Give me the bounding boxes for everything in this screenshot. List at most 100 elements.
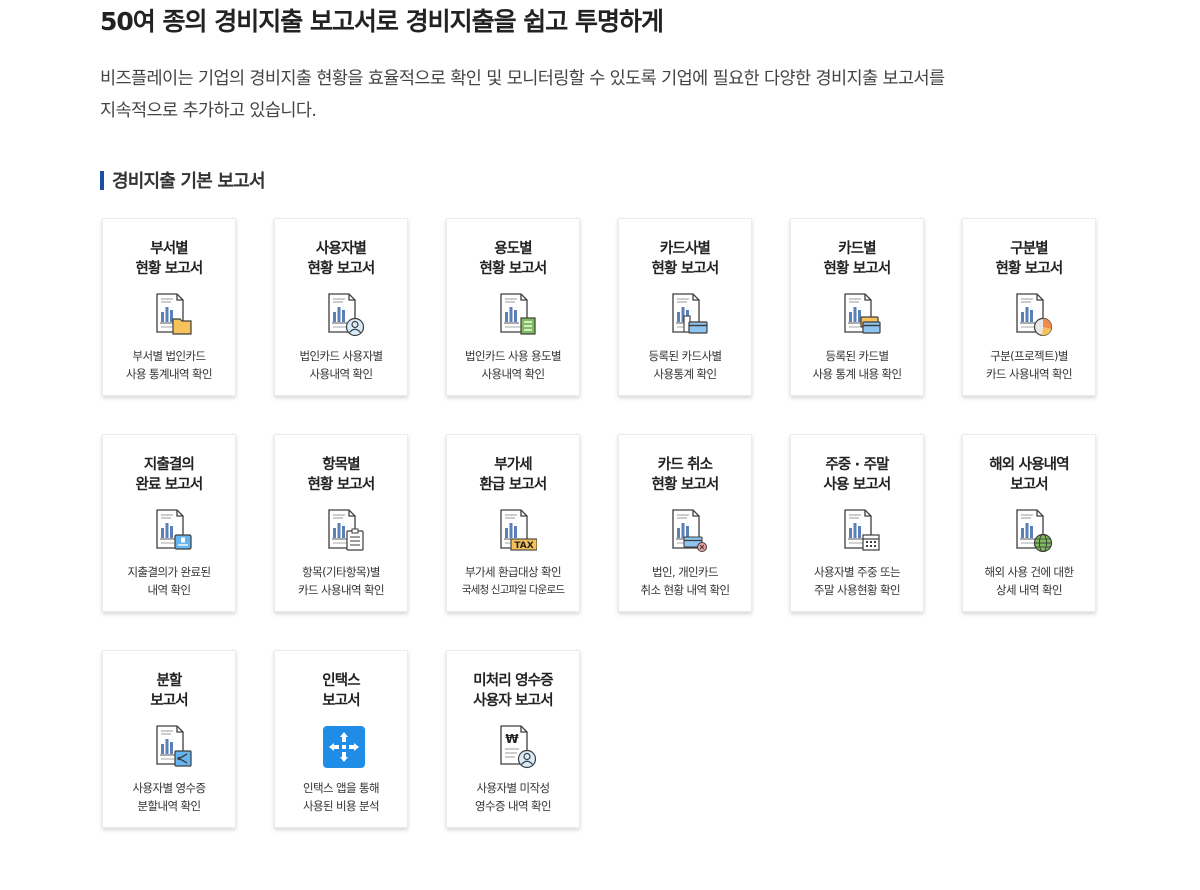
card-icon <box>323 724 365 770</box>
card-desc-line-2: 사용내역 확인 <box>481 367 546 381</box>
page-headline: 50여 종의 경비지출 보고서로 경비지출을 쉽고 투명하게 <box>100 7 664 36</box>
card-title: 카드별 현황 보고서 <box>791 239 923 279</box>
report-card[interactable]: 용도별 현황 보고서법인카드 사용 용도별사용내역 확인 <box>446 218 580 396</box>
card-desc-line-1: 법인, 개인카드 <box>652 565 719 579</box>
report-card[interactable]: 카드사별현황 보고서등록된 카드사별 사용통계 확인 <box>618 218 752 396</box>
list-report-icon <box>500 293 536 335</box>
card-title-line-1: 카드 취소 <box>657 457 713 473</box>
report-card[interactable]: 사용자별 현황 보고서법인카드 사용자별 사용내역 확인 <box>274 218 408 396</box>
card-description: 법인, 개인카드취소 현황 내역 확인 <box>619 563 751 599</box>
pie-report-icon <box>1016 293 1053 337</box>
card-title-line-1: 항목별 <box>322 457 360 473</box>
report-card[interactable]: 분할보고서사용자별 영수증 분할내역 확인 <box>102 650 236 828</box>
card-title: 부가세 환급 보고서 <box>447 455 579 495</box>
report-card[interactable]: 주중 · 주말 사용 보고서사용자별 주중 또는 주말 사용현황 확인 <box>790 434 924 612</box>
card-desc-line-2: 카드 사용내역 확인 <box>298 583 385 597</box>
report-card[interactable]: 해외 사용내역보고서해외 사용 건에 대한 상세 내역 확인 <box>962 434 1096 612</box>
report-card[interactable]: 카드별 현황 보고서등록된 카드별 사용 통계 내용 확인 <box>790 218 924 396</box>
card-icon: ₩ <box>495 724 537 770</box>
card-description: 부서별 법인카드사용 통계내역 확인 <box>103 347 235 383</box>
card-icon <box>839 508 881 554</box>
card-cancel-report-icon <box>672 509 707 552</box>
card-title: 구분별 현황 보고서 <box>963 239 1095 279</box>
card-desc-line-1: 구분(프로젝트)별 <box>990 349 1068 363</box>
card-title-line-1: 카드사별 <box>659 241 711 257</box>
card-desc-line-2: 상세 내역 확인 <box>996 583 1063 597</box>
card-title-line-1: 부서별 <box>150 241 188 257</box>
card-icon <box>323 508 365 554</box>
card-desc-line-1: 사용자별 영수증 <box>132 781 207 795</box>
card-desc-line-2: 주말 사용현황 확인 <box>814 583 901 597</box>
card-desc-line-2: 사용 통계 내용 확인 <box>812 367 902 381</box>
card-description: 구분(프로젝트)별 카드 사용내역 확인 <box>963 347 1095 383</box>
intro-line-1: 비즈플레이는 기업의 경비지출 현황을 효율적으로 확인 및 모니터링할 수 있… <box>100 69 945 89</box>
card-desc-line-1: 지출결의가 완료된 <box>127 565 212 579</box>
card-title-line-1: 지출결의 <box>143 457 195 473</box>
report-card[interactable]: 카드 취소 현황 보고서법인, 개인카드취소 현황 내역 확인 <box>618 434 752 612</box>
card-title-line-2: 보고서 <box>1010 477 1048 493</box>
card-title-line-1: 용도별 <box>494 241 532 257</box>
card-icon <box>151 724 193 770</box>
card-icon <box>667 508 709 554</box>
user-report-icon <box>328 293 365 337</box>
card-title-line-1: 분할 <box>156 673 182 689</box>
card-icon <box>323 292 365 338</box>
card-desc-line-1: 인택스 앱을 통해 <box>303 781 380 795</box>
card-desc-line-1: 사용자별 미작성 <box>476 781 551 795</box>
card-description: 법인카드 사용자별 사용내역 확인 <box>275 347 407 383</box>
report-card[interactable]: 부서별현황 보고서부서별 법인카드사용 통계내역 확인 <box>102 218 236 396</box>
card-title-line-2: 현황 보고서 <box>307 477 376 493</box>
card-desc-line-1: 부가세 환급대상 확인 <box>465 565 562 579</box>
card-desc-line-2: 국세청 신고파일 다운로드 <box>461 584 565 596</box>
card-desc-line-1: 법인카드 사용 용도별 <box>465 349 562 363</box>
card-description: 사용자별 주중 또는 주말 사용현황 확인 <box>791 563 923 599</box>
card-icon <box>1011 292 1053 338</box>
card-title-line-2: 보고서 <box>322 693 360 709</box>
card-description: 등록된 카드사별 사용통계 확인 <box>619 347 751 383</box>
card-title-line-2: 현황 보고서 <box>823 261 892 277</box>
report-card[interactable]: 인택스보고서인택스 앱을 통해사용된 비용 분석 <box>274 650 408 828</box>
card-title: 인택스보고서 <box>275 671 407 711</box>
report-card[interactable]: 항목별현황 보고서항목(기타항목)별카드 사용내역 확인 <box>274 434 408 612</box>
card-title: 해외 사용내역보고서 <box>963 455 1095 495</box>
card-desc-line-1: 항목(기타항목)별 <box>302 565 380 579</box>
report-card[interactable]: 미처리 영수증사용자 보고서 ₩ 사용자별 미작성영수증 내역 확인 <box>446 650 580 828</box>
clipboard-report-icon <box>328 509 364 551</box>
section-heading: 경비지출 기본 보고서 <box>100 168 266 192</box>
card-desc-line-1: 부서별 법인카드 <box>132 349 207 363</box>
card-title: 항목별현황 보고서 <box>275 455 407 495</box>
card-icon <box>667 292 709 338</box>
stamp-report-icon <box>156 509 192 550</box>
card-title: 용도별 현황 보고서 <box>447 239 579 279</box>
card-desc-line-1: 등록된 카드사별 <box>648 349 723 363</box>
card-title: 카드사별현황 보고서 <box>619 239 751 279</box>
card-title-line-2: 현황 보고서 <box>307 261 376 277</box>
card-description: 항목(기타항목)별카드 사용내역 확인 <box>275 563 407 599</box>
intro-line-2: 지속적으로 추가하고 있습니다. <box>100 101 317 121</box>
card-title-line-1: 인택스 <box>322 673 360 689</box>
report-card[interactable]: 부가세 환급 보고서 TAX 부가세 환급대상 확인 국세청 신고파일 다운로드 <box>446 434 580 612</box>
globe-report-icon <box>1016 509 1053 553</box>
card-desc-line-2: 사용 통계내역 확인 <box>126 367 213 381</box>
card-desc-line-2: 영수증 내역 확인 <box>475 799 552 813</box>
won-symbol: ₩ <box>505 732 519 746</box>
card-desc-line-2: 취소 현황 내역 확인 <box>640 583 730 597</box>
report-card[interactable]: 구분별 현황 보고서구분(프로젝트)별 카드 사용내역 확인 <box>962 218 1096 396</box>
card-description: 해외 사용 건에 대한 상세 내역 확인 <box>963 563 1095 599</box>
card-desc-line-2: 사용된 비용 분석 <box>303 799 380 813</box>
card-title-line-2: 현황 보고서 <box>651 261 720 277</box>
card-title-line-2: 사용자 보고서 <box>473 693 553 709</box>
card-description: 등록된 카드별 사용 통계 내용 확인 <box>791 347 923 383</box>
card-title: 사용자별 현황 보고서 <box>275 239 407 279</box>
card-title: 주중 · 주말 사용 보고서 <box>791 455 923 495</box>
card-desc-line-1: 법인카드 사용자별 <box>299 349 384 363</box>
card-title-line-1: 미처리 영수증 <box>473 673 553 689</box>
card-description: 인택스 앱을 통해사용된 비용 분석 <box>275 779 407 815</box>
card-title-line-2: 보고서 <box>150 693 188 709</box>
report-card[interactable]: 지출결의 완료 보고서 지출결의가 완료된 내역 확인 <box>102 434 236 612</box>
card-title-line-2: 현황 보고서 <box>135 261 204 277</box>
card-title: 카드 취소 현황 보고서 <box>619 455 751 495</box>
card-description: 사용자별 영수증 분할내역 확인 <box>103 779 235 815</box>
card-description: 법인카드 사용 용도별사용내역 확인 <box>447 347 579 383</box>
card-title-line-1: 해외 사용내역 <box>989 457 1069 473</box>
